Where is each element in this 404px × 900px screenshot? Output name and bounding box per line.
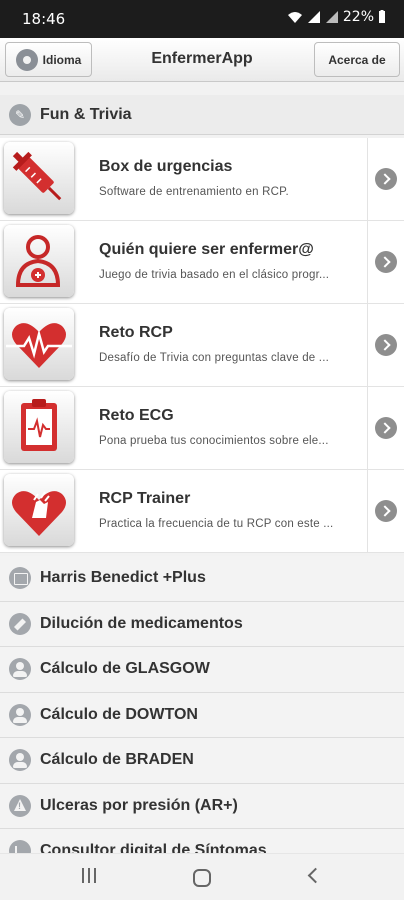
item-title: Reto RCP: [99, 324, 173, 341]
app-header: Idioma EnfermerApp Acerca de: [0, 38, 404, 82]
item-label: Dilución de medicamentos: [40, 614, 243, 632]
list-item-dilucion[interactable]: Dilución de medicamentos: [0, 601, 404, 647]
battery-icon: [379, 10, 385, 23]
tag-icon: [9, 612, 31, 635]
section-label: Fun & Trivia: [40, 105, 132, 123]
doctor-icon: [4, 225, 74, 297]
language-button[interactable]: Idioma: [5, 42, 92, 77]
list-item-braden[interactable]: Cálculo de BRADEN: [0, 738, 404, 784]
item-subtitle: Software de entrenamiento en RCP.: [99, 186, 289, 198]
list-item-ulceras[interactable]: Ulceras por presión (AR+): [0, 783, 404, 829]
battery-percent: 22%: [342, 9, 374, 25]
signal-icon-2: [325, 11, 338, 23]
list-item-reto-rcp[interactable]: Reto RCP Desafío de Trivia con preguntas…: [0, 304, 404, 387]
trivia-list: Box de urgencias Software de entrenamien…: [0, 138, 404, 553]
person-icon: [9, 703, 31, 726]
item-subtitle: Juego de trivia basado en el clásico pro…: [99, 269, 330, 281]
wifi-icon: [287, 12, 302, 23]
chevron-right-icon: [375, 251, 397, 273]
item-title: Reto ECG: [99, 407, 174, 424]
chevron-right-icon: [375, 417, 397, 439]
heart-hands-icon: [4, 474, 74, 546]
list-item-quien-quiere-ser-enfermero[interactable]: Quién quiere ser enfermer@ Juego de triv…: [0, 221, 404, 304]
item-disclosure[interactable]: [367, 221, 404, 303]
item-subtitle: Pona prueba tus conocimientos sobre ele.…: [99, 435, 329, 447]
recents-icon[interactable]: [82, 868, 96, 883]
back-icon[interactable]: [307, 867, 324, 884]
item-subtitle: Desafío de Trivia con preguntas clave de…: [99, 352, 329, 364]
item-subtitle: Practica la frecuencia de tu RCP con est…: [99, 518, 334, 530]
chevron-right-icon: [375, 500, 397, 522]
item-label: Harris Benedict +Plus: [40, 569, 206, 587]
status-icons: 22%: [287, 9, 386, 25]
warning-icon: [9, 794, 31, 817]
list-item-harris-benedict[interactable]: Harris Benedict +Plus: [0, 556, 404, 602]
language-button-label: Idioma: [42, 52, 82, 67]
chevron-right-icon: [375, 334, 397, 356]
item-title: RCP Trainer: [99, 490, 191, 507]
item-title: Box de urgencias: [99, 158, 233, 175]
list-item-box-de-urgencias[interactable]: Box de urgencias Software de entrenamien…: [0, 138, 404, 221]
about-button-label: Acerca de: [328, 52, 386, 67]
list-item-glasgow[interactable]: Cálculo de GLASGOW: [0, 647, 404, 693]
item-disclosure[interactable]: [367, 304, 404, 386]
section-fun-trivia[interactable]: ✎ Fun & Trivia: [0, 95, 404, 135]
status-time: 18:46: [22, 10, 66, 28]
item-label: Cálculo de BRADEN: [40, 751, 194, 769]
signal-icon: [307, 11, 320, 23]
item-disclosure[interactable]: [367, 470, 404, 552]
clipboard-ecg-icon: [4, 391, 74, 463]
item-title: Quién quiere ser enfermer@: [99, 241, 314, 258]
item-disclosure[interactable]: [367, 138, 404, 220]
chevron-right-icon: [375, 168, 397, 190]
item-label: Cálculo de GLASGOW: [40, 660, 210, 678]
edit-icon: ✎: [9, 103, 31, 126]
heart-pulse-icon: [4, 308, 74, 380]
item-label: Cálculo de DOWTON: [40, 705, 198, 723]
calendar-icon: [9, 567, 31, 590]
system-nav-bar: [0, 853, 404, 900]
syringe-icon: [4, 142, 74, 214]
item-disclosure[interactable]: [367, 387, 404, 469]
list-item-dowton[interactable]: Cálculo de DOWTON: [0, 692, 404, 738]
gear-icon: [15, 48, 38, 71]
item-label: Ulceras por presión (AR+): [40, 796, 238, 814]
home-icon[interactable]: [193, 869, 211, 887]
person-icon: [9, 749, 31, 772]
tools-list: Harris Benedict +Plus Dilución de medica…: [0, 556, 404, 875]
person-icon: [9, 658, 31, 681]
status-bar: 18:46 22%: [0, 0, 404, 38]
about-button[interactable]: Acerca de: [314, 42, 400, 77]
list-item-reto-ecg[interactable]: Reto ECG Pona prueba tus conocimientos s…: [0, 387, 404, 470]
list-item-rcp-trainer[interactable]: RCP Trainer Practica la frecuencia de tu…: [0, 470, 404, 553]
